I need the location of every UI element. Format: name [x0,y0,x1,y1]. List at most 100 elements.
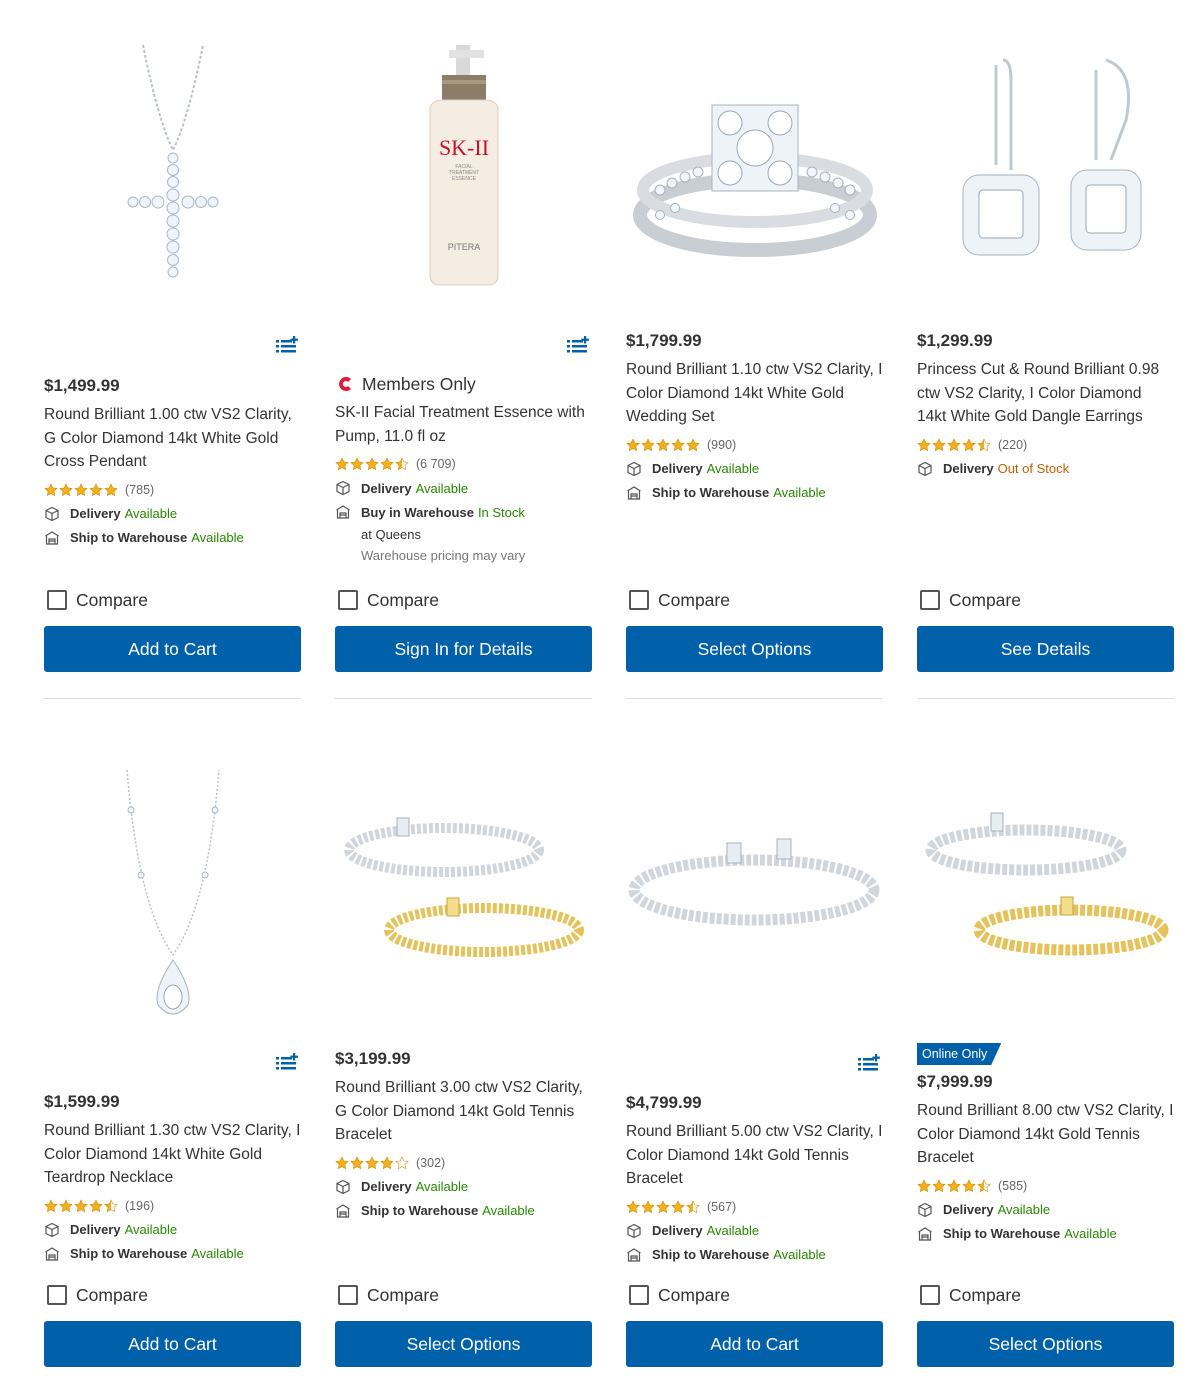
star-icon [104,1199,118,1213]
compare-checkbox[interactable]: Compare [917,1281,1021,1309]
compare-checkbox[interactable]: Compare [917,586,1021,614]
box-icon [335,1179,351,1195]
warehouse-location[interactable]: at Queens [335,524,592,546]
compare-label: Compare [76,1284,148,1305]
select-options-button[interactable]: Select Options [917,1321,1174,1367]
box-icon [335,480,351,496]
cross-pendant-image[interactable] [44,30,301,300]
tennis-bracelet-pair-image[interactable] [335,790,592,990]
star-icon [947,438,961,452]
ship-value: Available [482,1203,535,1218]
product-title[interactable]: Round Brilliant 1.10 ctw VS2 Clarity, I … [626,358,883,429]
product-title[interactable]: Round Brilliant 1.30 ctw VS2 Clarity, I … [44,1119,301,1190]
product-card: SK-II FACIAL TREATMENT ESSENCE PITERA Me… [335,0,592,675]
delivery-value: Available [415,1179,469,1194]
tennis-bracelet-image[interactable] [626,815,883,955]
compare-label: Compare [367,589,439,610]
delivery-label: Delivery [943,461,994,476]
product-rating[interactable]: (567) [626,1195,883,1219]
review-count: (585) [998,1178,1028,1193]
delivery-label: Delivery [652,1223,703,1238]
star-icon [977,438,991,452]
delivery-value: Available [706,1223,760,1238]
product-card: $1,499.99 Round Brilliant 1.00 ctw VS2 C… [44,0,301,675]
checkbox-icon[interactable] [338,1285,358,1305]
delivery-status: Delivery Available [44,1218,301,1242]
star-rating [917,438,991,452]
star-icon [671,1200,685,1214]
bottle-brand: SK-II [438,135,488,160]
row-divider [335,698,592,699]
sign-in-for-details-button[interactable]: Sign In for Details [335,626,592,672]
tennis-bracelet-pair-image[interactable] [917,800,1174,980]
product-title[interactable]: Round Brilliant 5.00 ctw VS2 Clarity, I … [626,1120,883,1191]
compare-checkbox[interactable]: Compare [626,586,730,614]
wedding-set-image[interactable] [626,30,883,300]
checkbox-icon[interactable] [629,1285,649,1305]
delivery-label: Delivery [652,461,703,476]
product-info: $4,799.99 Round Brilliant 5.00 ctw VS2 C… [626,1090,883,1267]
compare-checkbox[interactable]: Compare [44,586,148,614]
product-card: $1,299.99 Princess Cut & Round Brilliant… [917,0,1174,675]
compare-checkbox[interactable]: Compare [335,1281,439,1309]
checkbox-icon[interactable] [338,590,358,610]
star-icon [89,483,103,497]
ship-status: Ship to Warehouse Available [44,1242,301,1266]
compare-checkbox[interactable]: Compare [44,1281,148,1309]
product-rating[interactable]: (785) [44,478,301,502]
compare-label: Compare [949,1284,1021,1305]
delivery-value: Out of Stock [997,461,1070,476]
add-to-list-icon[interactable] [857,1054,881,1074]
sk-ii-bottle-image[interactable]: SK-II FACIAL TREATMENT ESSENCE PITERA [335,30,592,300]
product-rating[interactable]: (220) [917,433,1174,457]
teardrop-necklace-image[interactable] [44,755,301,1035]
product-title[interactable]: Round Brilliant 8.00 ctw VS2 Clarity, I … [917,1099,1174,1170]
product-title[interactable]: Round Brilliant 1.00 ctw VS2 Clarity, G … [44,403,301,474]
product-title[interactable]: SK-II Facial Treatment Essence with Pump… [335,401,592,448]
star-icon [962,438,976,452]
product-info: Members Only SK-II Facial Treatment Esse… [335,333,592,566]
box-icon [917,461,933,477]
members-only-label: Members Only [335,371,592,397]
add-to-cart-button[interactable]: Add to Cart [44,626,301,672]
star-icon [917,438,931,452]
warehouse-pricing-note: Warehouse pricing may vary [361,548,526,563]
add-to-list-icon[interactable] [275,1053,299,1073]
product-title[interactable]: Round Brilliant 3.00 ctw VS2 Clarity, G … [335,1076,592,1147]
add-to-cart-button[interactable]: Add to Cart [626,1321,883,1367]
star-icon [395,1156,409,1170]
checkbox-icon[interactable] [920,590,940,610]
compare-label: Compare [367,1284,439,1305]
delivery-label: Delivery [943,1202,994,1217]
see-details-button[interactable]: See Details [917,626,1174,672]
checkbox-icon[interactable] [47,590,67,610]
star-icon [932,1179,946,1193]
product-title[interactable]: Princess Cut & Round Brilliant 0.98 ctw … [917,358,1174,429]
product-rating[interactable]: (302) [335,1151,592,1175]
checkbox-icon[interactable] [920,1285,940,1305]
product-rating[interactable]: (6 709) [335,452,592,476]
product-info: $1,599.99 Round Brilliant 1.30 ctw VS2 C… [44,1050,301,1266]
compare-checkbox[interactable]: Compare [626,1281,730,1309]
product-price: $1,599.99 [44,1092,120,1111]
checkbox-icon[interactable] [629,590,649,610]
add-to-list-icon[interactable] [566,336,590,356]
add-to-list-icon[interactable] [275,336,299,356]
select-options-button[interactable]: Select Options [335,1321,592,1367]
svg-text:ESSENCE: ESSENCE [452,176,477,182]
star-icon [74,1199,88,1213]
product-rating[interactable]: (990) [626,433,883,457]
compare-checkbox[interactable]: Compare [335,586,439,614]
delivery-status: Delivery Available [335,476,592,500]
box-icon [626,1223,642,1239]
product-rating[interactable]: (585) [917,1174,1174,1198]
product-price: $1,799.99 [626,331,702,350]
add-to-cart-button[interactable]: Add to Cart [44,1321,301,1367]
star-icon [947,1179,961,1193]
delivery-value: Available [415,480,469,496]
dangle-earrings-image[interactable] [917,30,1174,300]
compare-label: Compare [658,1284,730,1305]
select-options-button[interactable]: Select Options [626,626,883,672]
product-rating[interactable]: (196) [44,1194,301,1218]
checkbox-icon[interactable] [47,1285,67,1305]
